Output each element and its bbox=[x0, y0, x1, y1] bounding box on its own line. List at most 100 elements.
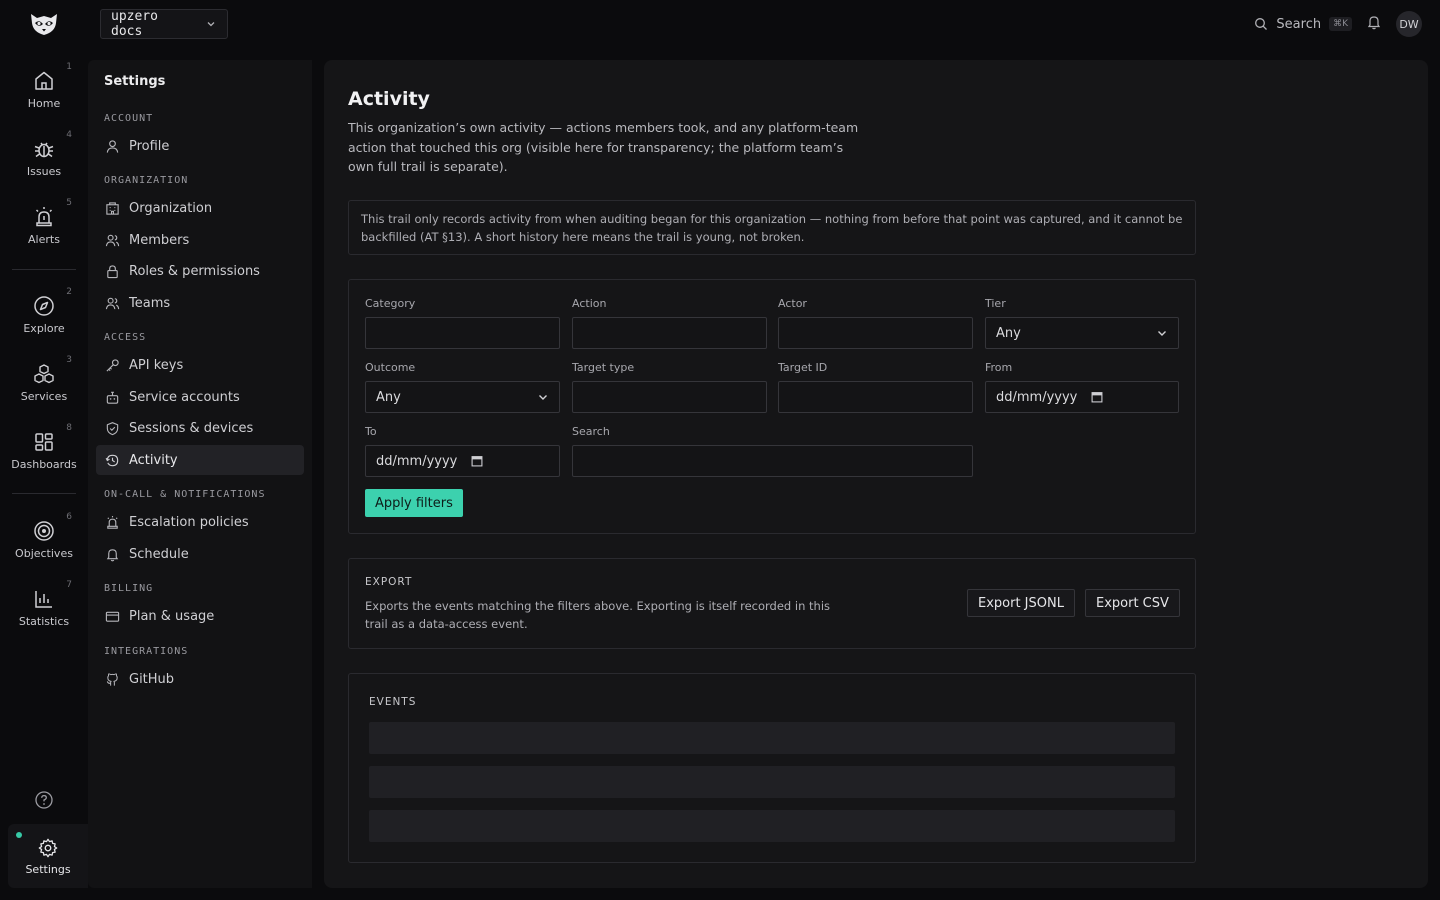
nav-item-schedule[interactable]: Schedule bbox=[96, 539, 304, 569]
nav-item-activity[interactable]: Activity bbox=[96, 445, 304, 475]
export-csv-button[interactable]: Export CSV bbox=[1085, 589, 1180, 617]
nav-item-profile[interactable]: Profile bbox=[96, 131, 304, 161]
shortcut-number: 8 bbox=[66, 423, 72, 433]
nav-item-escalation[interactable]: Escalation policies bbox=[96, 507, 304, 537]
rail-label: Dashboards bbox=[11, 457, 77, 471]
rail-item-home[interactable]: 1 Home bbox=[0, 58, 88, 120]
top-bar: upzero docs Search ⌘K DW bbox=[0, 0, 1440, 48]
nav-item-service-accounts[interactable]: Service accounts bbox=[96, 382, 304, 412]
calendar-icon[interactable] bbox=[471, 455, 483, 467]
search-button[interactable]: Search ⌘K bbox=[1254, 17, 1352, 32]
nav-item-teams[interactable]: Teams bbox=[96, 288, 304, 318]
nav-item-label: Sessions & devices bbox=[129, 420, 254, 436]
left-rail: 1 Home 4 Issues 5 Alerts 2 Explore 3 Ser… bbox=[0, 48, 88, 900]
nav-item-members[interactable]: Members bbox=[96, 225, 304, 255]
settings-nav-title: Settings bbox=[104, 74, 166, 89]
nav-item-label: Escalation policies bbox=[129, 514, 249, 530]
building-icon bbox=[106, 201, 119, 215]
apply-filters-button[interactable]: Apply filters bbox=[365, 489, 463, 517]
rail-label: Settings bbox=[25, 862, 71, 876]
rail-label: Home bbox=[27, 96, 61, 110]
page-description: This organization’s own activity — actio… bbox=[348, 120, 859, 174]
rail-divider bbox=[12, 493, 76, 494]
filter-tier: Tier Any bbox=[985, 297, 1179, 349]
events-panel: EVENTS bbox=[348, 673, 1196, 863]
siren-icon bbox=[107, 515, 118, 529]
export-heading: EXPORT bbox=[365, 576, 413, 588]
field-label: Category bbox=[365, 297, 416, 310]
raccoon-logo-icon[interactable] bbox=[28, 10, 60, 38]
project-switcher[interactable]: upzero docs bbox=[100, 9, 228, 39]
nav-item-label: Schedule bbox=[129, 546, 189, 562]
loading-skeleton-row bbox=[369, 722, 1175, 754]
to-date-input[interactable]: dd/mm/yyyy bbox=[365, 445, 560, 477]
shield-icon bbox=[106, 421, 119, 435]
team-icon bbox=[105, 297, 120, 309]
nav-item-label: Service accounts bbox=[129, 389, 240, 405]
category-input[interactable] bbox=[365, 317, 560, 349]
chevron-down-icon bbox=[1158, 331, 1166, 336]
rail-item-issues[interactable]: 4 Issues bbox=[0, 126, 88, 188]
rail-label: Services bbox=[20, 389, 68, 403]
export-jsonl-button[interactable]: Export JSONL bbox=[967, 589, 1075, 617]
action-input[interactable] bbox=[572, 317, 767, 349]
calendar-icon[interactable] bbox=[1091, 391, 1103, 403]
nav-item-sessions[interactable]: Sessions & devices bbox=[96, 413, 304, 443]
from-date-input[interactable]: dd/mm/yyyy bbox=[985, 381, 1179, 413]
rail-item-statistics[interactable]: 7 Statistics bbox=[0, 576, 88, 638]
search-label: Search bbox=[1276, 16, 1322, 32]
notifications-button[interactable] bbox=[1366, 14, 1382, 34]
field-label: To bbox=[365, 425, 377, 438]
github-icon bbox=[106, 672, 118, 686]
field-label: Outcome bbox=[365, 361, 416, 374]
tier-select[interactable]: Any bbox=[985, 317, 1179, 349]
main-panel: Activity This organization’s own activit… bbox=[324, 60, 1428, 888]
bar-chart-icon bbox=[35, 590, 52, 608]
rail-item-services[interactable]: 3 Services bbox=[0, 351, 88, 413]
export-panel: EXPORT Exports the events matching the f… bbox=[348, 558, 1196, 649]
cubes-icon bbox=[34, 363, 54, 383]
help-icon[interactable] bbox=[34, 790, 54, 810]
rail-item-objectives[interactable]: 6 Objectives bbox=[0, 508, 88, 570]
rail-label: Explore bbox=[23, 321, 65, 335]
history-icon bbox=[105, 454, 119, 466]
search-shortcut: ⌘K bbox=[1329, 17, 1352, 31]
nav-item-label: Teams bbox=[129, 295, 171, 311]
bell-icon bbox=[1367, 16, 1381, 30]
nav-item-roles[interactable]: Roles & permissions bbox=[96, 256, 304, 286]
nav-item-api-keys[interactable]: API keys bbox=[96, 350, 304, 380]
rail-item-alerts[interactable]: 5 Alerts bbox=[0, 194, 88, 256]
target-icon bbox=[34, 520, 54, 541]
nav-section-integrations: INTEGRATIONS bbox=[104, 646, 189, 657]
field-label: Target type bbox=[572, 361, 635, 374]
target-id-input[interactable] bbox=[778, 381, 973, 413]
lock-icon bbox=[107, 264, 118, 278]
search-filter-input[interactable] bbox=[572, 445, 973, 477]
field-label: Search bbox=[572, 425, 610, 438]
status-dot bbox=[16, 832, 22, 838]
loading-skeleton-row bbox=[369, 810, 1175, 842]
nav-item-label: Roles & permissions bbox=[129, 263, 260, 279]
field-label: Actor bbox=[778, 297, 807, 310]
user-avatar[interactable]: DW bbox=[1396, 11, 1422, 37]
actor-input[interactable] bbox=[778, 317, 973, 349]
rail-item-dashboards[interactable]: 8 Dashboards bbox=[0, 419, 88, 481]
gear-icon bbox=[38, 838, 58, 857]
nav-item-plan[interactable]: Plan & usage bbox=[96, 601, 304, 631]
nav-item-organization[interactable]: Organization bbox=[96, 193, 304, 223]
rail-label: Statistics bbox=[18, 614, 70, 628]
nav-section-organization: ORGANIZATION bbox=[104, 175, 189, 186]
page-title: Activity bbox=[348, 88, 430, 110]
rail-item-explore[interactable]: 2 Explore bbox=[0, 283, 88, 345]
outcome-select[interactable]: Any bbox=[365, 381, 560, 413]
search-icon bbox=[1255, 18, 1268, 30]
bot-icon bbox=[106, 391, 119, 404]
nav-item-github[interactable]: GitHub bbox=[96, 664, 304, 694]
rail-label: Issues bbox=[26, 164, 62, 178]
target-type-input[interactable] bbox=[572, 381, 767, 413]
rail-item-settings[interactable]: Settings bbox=[8, 824, 88, 888]
nav-item-label: Members bbox=[129, 232, 190, 248]
shortcut-number: 1 bbox=[66, 62, 72, 72]
user-icon bbox=[106, 139, 119, 153]
filter-from: From dd/mm/yyyy bbox=[985, 361, 1179, 413]
